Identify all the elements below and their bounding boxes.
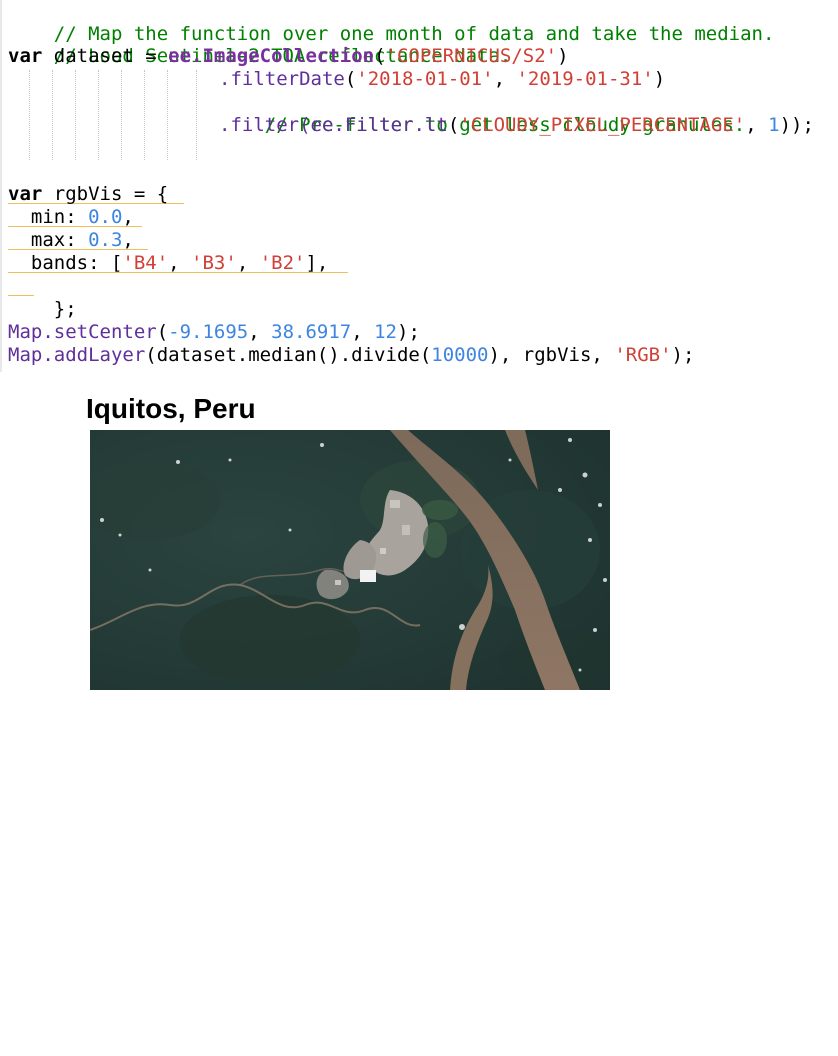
separator: , xyxy=(168,252,192,274)
code-number: 0.3 xyxy=(88,229,123,251)
paren-open: ( xyxy=(447,114,460,136)
separator: , xyxy=(248,321,272,343)
code-number: 0.0 xyxy=(88,206,123,228)
code-text: (dataset.median().divide( xyxy=(145,344,432,366)
code-string: 'CLOUDY_PIXEL_PERCENTAGE' xyxy=(459,114,746,136)
code-line-14: Map.setCenter(-9.1695, 38.6917, 12); xyxy=(8,321,420,344)
code-text: , xyxy=(122,206,134,228)
paren-close: )); xyxy=(779,114,814,136)
map-setcenter: Map.setCenter xyxy=(8,321,157,343)
code-editor[interactable]: // Map the function over one month of da… xyxy=(0,0,838,372)
method-filter: .filter xyxy=(219,114,300,136)
filter-class: Filter xyxy=(344,114,414,136)
keyword-var: var xyxy=(8,183,43,205)
code-string: '2018-01-01' xyxy=(356,68,494,90)
keyword-var: var xyxy=(8,45,43,67)
code-line-1: // Map the function over one month of da… xyxy=(8,0,775,45)
map-title: Iquitos, Peru xyxy=(86,393,256,424)
code-string: 'RGB' xyxy=(614,344,672,366)
code-string: 'B2' xyxy=(259,252,306,274)
ee-image-collection: ee.ImageCollection xyxy=(168,45,375,67)
separator: , xyxy=(351,321,375,343)
code-line-11: bands: ['B4', 'B3', 'B2'], xyxy=(8,252,328,275)
paren-open: ( xyxy=(374,45,386,67)
indent-guide xyxy=(167,70,168,160)
code-text: max: xyxy=(8,229,89,251)
separator: , xyxy=(745,114,769,136)
code-line-3: var dataset = ee.ImageCollection('COPERN… xyxy=(8,45,569,68)
code-text: ), rgbVis, xyxy=(488,344,615,366)
indent-guide xyxy=(196,70,197,160)
code-line-6: .filter(ee.Filter.lt('CLOUDY_PIXEL_PERCE… xyxy=(219,114,814,137)
code-line-15: Map.addLayer(dataset.median().divide(100… xyxy=(8,344,694,367)
satellite-image xyxy=(90,430,610,690)
indent-guide xyxy=(75,70,76,160)
indent-guide xyxy=(98,70,99,160)
paren-open: ( xyxy=(344,68,357,90)
code-line-12: }; xyxy=(8,275,77,320)
code-line-2: // Load Sentinel-2 TOA reflectance data. xyxy=(8,22,512,67)
method-filterdate: .filterDate xyxy=(219,68,345,90)
indent-guide xyxy=(144,70,145,160)
indent-guide xyxy=(52,70,53,160)
code-text: , xyxy=(122,229,134,251)
separator: , xyxy=(236,252,260,274)
code-number: 1 xyxy=(768,114,780,136)
code-string: 'COPERNICUS/S2' xyxy=(385,45,558,67)
method-lt: .lt xyxy=(413,114,448,136)
code-string: '2019-01-31' xyxy=(516,68,654,90)
code-text: rgbVis = { xyxy=(42,183,169,205)
code-line-10: max: 0.3, xyxy=(8,229,134,252)
code-text: }; xyxy=(53,298,77,320)
satellite-map[interactable] xyxy=(90,430,610,690)
paren-close: ) xyxy=(653,68,666,90)
code-text: (ee. xyxy=(299,114,345,136)
paren-close: ) xyxy=(557,45,569,67)
code-line-8: var rgbVis = { xyxy=(8,183,168,206)
code-number: 10000 xyxy=(431,344,489,366)
code-number: -9.1695 xyxy=(168,321,249,343)
map-addlayer: Map.addLayer xyxy=(8,344,146,366)
code-number: 12 xyxy=(374,321,397,343)
code-string: 'B3' xyxy=(191,252,237,274)
indent-guide xyxy=(121,70,122,160)
paren-close: ); xyxy=(397,321,420,343)
code-text: min: xyxy=(8,206,89,228)
paren-open: ( xyxy=(156,321,169,343)
code-line-5: // Pre-filter to get less cloudy granule… xyxy=(219,91,745,136)
editor-left-edge xyxy=(0,0,2,372)
code-text: dataset = xyxy=(42,45,169,67)
separator: , xyxy=(493,68,517,90)
code-line-4: .filterDate('2018-01-01', '2019-01-31') xyxy=(219,68,665,91)
code-number: 38.6917 xyxy=(271,321,352,343)
code-line-9: min: 0.0, xyxy=(8,206,134,229)
code-text: ], xyxy=(305,252,329,274)
code-text: bands: [ xyxy=(8,252,123,274)
paren-close: ); xyxy=(671,344,695,366)
code-string: 'B4' xyxy=(122,252,169,274)
